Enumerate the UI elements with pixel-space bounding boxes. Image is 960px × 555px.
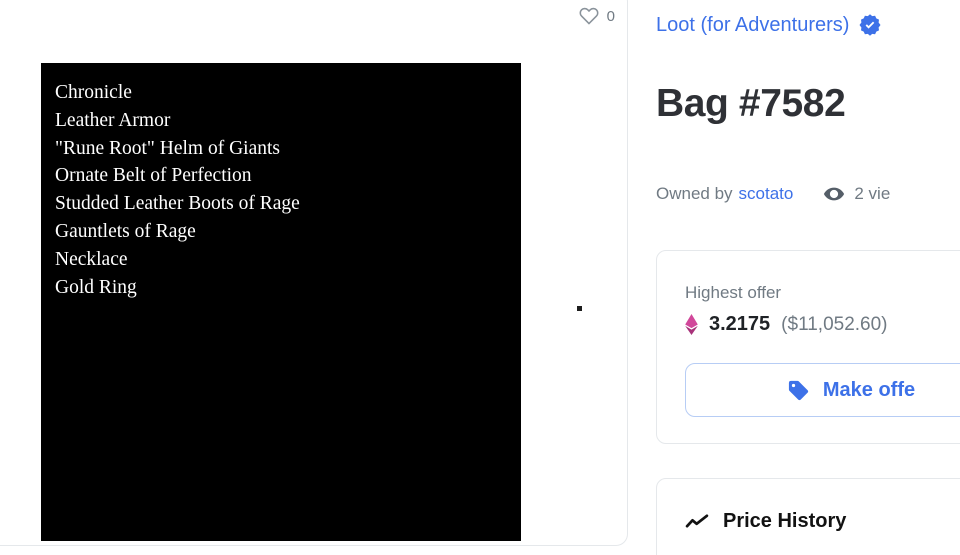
list-item: Chronicle [55, 82, 132, 103]
page-title: Bag #7582 [656, 82, 846, 125]
list-item: Studded Leather Boots of Rage [55, 193, 300, 215]
price-history-header[interactable]: Price History [685, 509, 846, 534]
collection-name: Loot (for Adventurers) [656, 14, 850, 36]
highest-offer-value: 3.2175 ($11,052.60) [685, 313, 888, 336]
owner-row: Owned by scotato 2 vie [656, 183, 890, 205]
collection-link[interactable]: Loot (for Adventurers) [656, 13, 882, 37]
asset-detail-page: 0 Chronicle Leather Armor "Rune Root" He… [0, 0, 960, 555]
owner-link[interactable]: scotato [739, 184, 794, 204]
list-item: Necklace [55, 248, 128, 270]
offer-eth-amount: 3.2175 [709, 313, 771, 335]
price-history-panel: Price History [656, 478, 960, 555]
owned-by-label: Owned by [656, 184, 733, 203]
list-item: Leather Armor [55, 109, 171, 131]
line-chart-icon [685, 509, 710, 534]
eye-icon [793, 183, 845, 205]
highest-offer-label: Highest offer [685, 283, 782, 302]
list-item: Gold Ring [55, 276, 137, 298]
list-item: "Rune Root" Helm of Giants [55, 137, 280, 159]
ethereum-icon [685, 314, 698, 335]
asset-media-card: 0 Chronicle Leather Armor "Rune Root" He… [0, 0, 628, 546]
heart-icon[interactable] [578, 5, 600, 27]
offer-usd-amount: ($11,052.60) [781, 313, 888, 335]
media-speck-artifact [577, 306, 582, 311]
views-count: 2 vie [854, 184, 891, 203]
verified-badge-icon [858, 13, 882, 37]
loot-item-list: Chronicle Leather Armor "Rune Root" Helm… [41, 63, 521, 301]
tag-icon [787, 379, 810, 402]
list-item: Gauntlets of Rage [55, 220, 196, 242]
favorite-count: 0 [606, 7, 615, 25]
media-toolbar: 0 [578, 5, 615, 27]
make-offer-button[interactable]: Make offe [685, 363, 960, 417]
asset-details-column: Loot (for Adventurers) Bag #7582 Owned b… [656, 0, 960, 555]
make-offer-label: Make offe [822, 378, 916, 401]
offer-panel: Highest offer 3.2175 ($11,052.60) Make o… [656, 250, 960, 444]
price-history-title: Price History [723, 510, 847, 532]
list-item: Ornate Belt of Perfection [55, 165, 252, 187]
asset-artwork[interactable]: Chronicle Leather Armor "Rune Root" Helm… [41, 63, 521, 541]
